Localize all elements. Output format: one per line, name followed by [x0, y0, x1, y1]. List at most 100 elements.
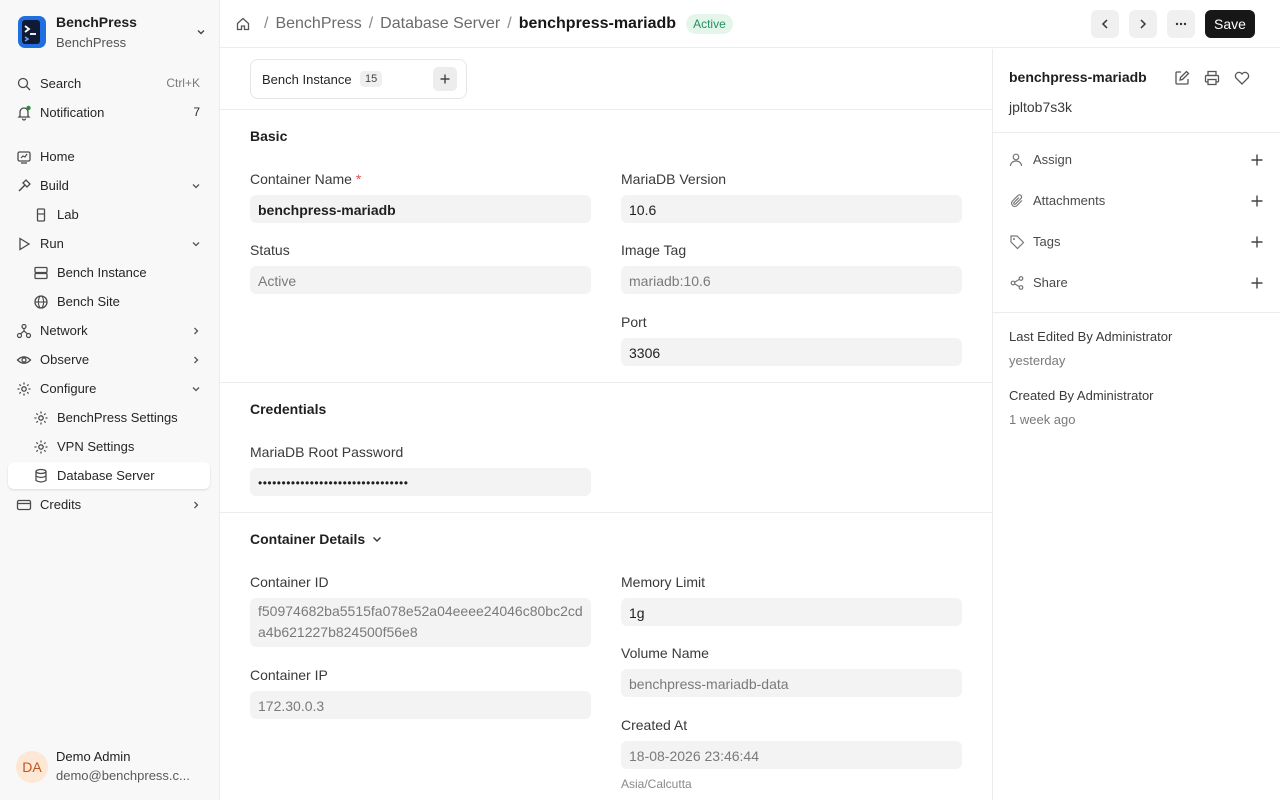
tags-row[interactable]: Tags: [1009, 230, 1265, 254]
breadcrumb-database-server[interactable]: Database Server: [380, 15, 500, 33]
sidebar-item-database-server[interactable]: Database Server: [8, 462, 210, 489]
breadcrumb-benchpress[interactable]: BenchPress: [275, 15, 361, 33]
chevron-down-icon: [371, 533, 383, 545]
section-divider: [220, 382, 992, 383]
container-ip-label: Container IP: [250, 667, 328, 683]
database-icon: [33, 468, 49, 484]
sidebar-item-home[interactable]: Home: [8, 143, 210, 170]
gear-icon: [16, 381, 32, 397]
sidebar-item-observe[interactable]: Observe: [8, 346, 210, 373]
print-icon[interactable]: [1203, 69, 1221, 87]
image-tag-label: Image Tag: [621, 242, 687, 258]
search-icon: [16, 76, 32, 92]
search-label: Search: [40, 76, 82, 91]
sidebar: BenchPress BenchPress Search Ctrl+K Noti…: [0, 0, 220, 800]
sidebar-item-credits[interactable]: Credits: [8, 491, 210, 518]
flask-icon: [33, 207, 49, 223]
bell-icon: [16, 105, 32, 121]
notification-button[interactable]: Notification 7: [8, 99, 210, 126]
sidebar-item-label: Network: [40, 323, 88, 338]
share-row[interactable]: Share: [1009, 271, 1265, 295]
form-area: Bench Instance 15 Basic Container Name *…: [220, 49, 992, 800]
sidebar-item-bench-site[interactable]: Bench Site: [8, 288, 210, 315]
notification-label: Notification: [40, 105, 105, 120]
memory-limit-field[interactable]: 1g: [621, 598, 962, 626]
plus-icon[interactable]: [1249, 234, 1265, 250]
assign-row[interactable]: Assign: [1009, 148, 1265, 172]
breadcrumb-separator: /: [264, 15, 269, 32]
section-divider: [220, 512, 992, 513]
plus-icon[interactable]: [1249, 152, 1265, 168]
more-horizontal-icon: [1174, 17, 1188, 31]
previous-button[interactable]: [1091, 10, 1119, 38]
server-icon: [33, 265, 49, 281]
user-name: Demo Admin: [56, 749, 131, 764]
plus-icon[interactable]: [1249, 193, 1265, 209]
chevron-left-icon: [1098, 17, 1112, 31]
avatar: DA: [16, 751, 48, 783]
sidebar-item-network[interactable]: Network: [8, 317, 210, 344]
section-title-container-details[interactable]: Container Details: [250, 531, 383, 547]
gear-icon: [33, 439, 49, 455]
add-connection-button[interactable]: [433, 67, 457, 91]
app-name: BenchPress: [56, 13, 137, 30]
chevron-right-icon: [190, 499, 202, 511]
sidebar-item-label: Database Server: [57, 468, 155, 483]
next-button[interactable]: [1129, 10, 1157, 38]
user-menu[interactable]: DA Demo Admin demo@benchpress.c...: [16, 747, 212, 787]
home-icon[interactable]: [235, 16, 251, 32]
sidebar-item-label: Bench Site: [57, 294, 120, 309]
sidebar-item-bench-instance[interactable]: Bench Instance: [8, 259, 210, 286]
tags-label: Tags: [1033, 234, 1061, 249]
created-at-label: Created At: [621, 717, 688, 733]
document-id: jpltob7s3k: [1009, 99, 1073, 115]
plus-icon[interactable]: [1249, 275, 1265, 291]
sidebar-item-build[interactable]: Build: [8, 172, 210, 199]
last-edited-time: yesterday: [1009, 353, 1066, 368]
sidebar-item-label: VPN Settings: [57, 439, 135, 454]
status-field: Active: [250, 266, 591, 294]
sidebar-item-benchpress-settings[interactable]: BenchPress Settings: [8, 404, 210, 431]
connection-count-badge: 15: [360, 71, 383, 87]
container-id-label: Container ID: [250, 574, 329, 590]
play-icon: [16, 236, 32, 252]
created-by: Created By Administrator: [1009, 388, 1154, 403]
chevron-down-icon: [195, 26, 207, 38]
root-password-label: MariaDB Root Password: [250, 444, 404, 460]
chevron-down-icon: [190, 238, 202, 250]
container-name-field[interactable]: benchpress-mariadb: [250, 195, 591, 223]
created-time: 1 week ago: [1009, 412, 1076, 427]
heart-icon[interactable]: [1233, 69, 1251, 87]
breadcrumb-separator: /: [368, 15, 374, 32]
sidebar-item-lab[interactable]: Lab: [8, 201, 210, 228]
chevron-down-icon: [190, 180, 202, 192]
root-password-field[interactable]: ••••••••••••••••••••••••••••••••: [250, 468, 591, 496]
mariadb-version-label: MariaDB Version: [621, 171, 727, 187]
more-options-button[interactable]: [1167, 10, 1195, 38]
search-button[interactable]: Search Ctrl+K: [8, 70, 210, 97]
chevron-right-icon: [190, 354, 202, 366]
sidebar-item-label: Lab: [57, 207, 79, 222]
benchpress-logo-icon: [17, 15, 47, 49]
section-title-credentials: Credentials: [250, 401, 327, 417]
sidebar-item-vpn-settings[interactable]: VPN Settings: [8, 433, 210, 460]
app-switcher[interactable]: BenchPress BenchPress: [17, 14, 207, 50]
sidebar-item-configure[interactable]: Configure: [8, 375, 210, 402]
save-button[interactable]: Save: [1205, 10, 1255, 38]
attachments-row[interactable]: Attachments: [1009, 189, 1265, 213]
container-id-field: f50974682ba5515fa078e52a04eeee24046c80bc…: [250, 598, 591, 647]
page-title: benchpress-mariadb: [518, 15, 677, 32]
edit-icon[interactable]: [1173, 69, 1191, 87]
hammer-icon: [16, 178, 32, 194]
sidebar-item-run[interactable]: Run: [8, 230, 210, 257]
panel-divider: [993, 132, 1280, 133]
mariadb-version-field[interactable]: 10.6: [621, 195, 962, 223]
volume-name-label: Volume Name: [621, 645, 709, 661]
connection-card[interactable]: Bench Instance 15: [250, 59, 467, 99]
port-field[interactable]: 3306: [621, 338, 962, 366]
sidebar-item-label: BenchPress Settings: [57, 410, 178, 425]
sidebar-item-label: Credits: [40, 497, 82, 512]
status-label: Status: [250, 242, 290, 258]
volume-name-field: benchpress-mariadb-data: [621, 669, 962, 697]
globe-icon: [33, 294, 49, 310]
